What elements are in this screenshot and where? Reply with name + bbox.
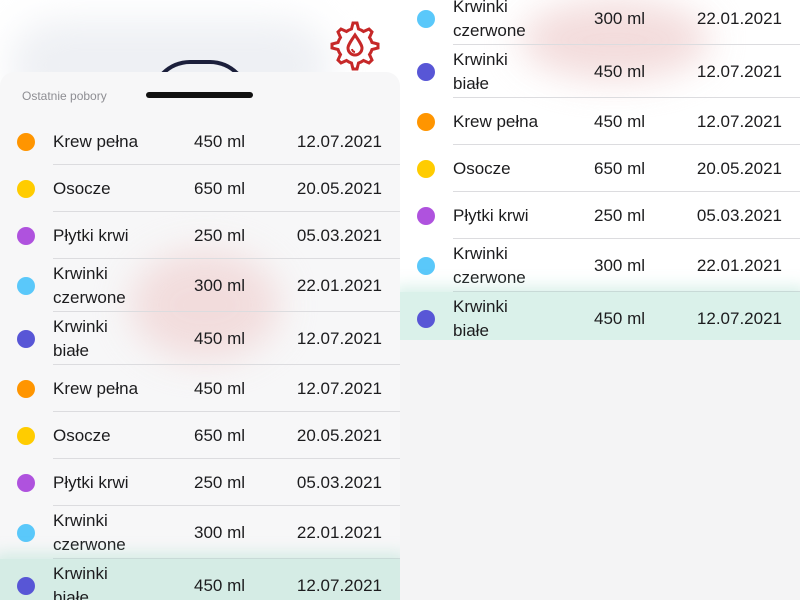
blood-type-color-dot (417, 309, 435, 328)
blood-type-color-dot (417, 206, 435, 225)
donation-date: 20.05.2021 (296, 425, 382, 445)
donation-volume: 300 ml (594, 255, 646, 275)
donation-volume: 650 ml (194, 178, 246, 198)
donation-type: Krwinki białe (53, 563, 108, 600)
list-item[interactable]: Osocze 650 ml 20.05.2021 (0, 165, 400, 212)
donation-volume: 300 ml (194, 522, 246, 542)
sheet-grabber[interactable] (146, 92, 253, 98)
donation-date: 12.07.2021 (696, 111, 782, 131)
donation-volume: 450 ml (594, 308, 646, 328)
list-item[interactable]: Krew pełna 450 ml 12.07.2021 (0, 118, 400, 165)
donation-volume: 450 ml (194, 328, 246, 348)
blood-type-color-dot (17, 523, 35, 542)
donation-type: Krwinki białe (453, 296, 508, 340)
donation-date: 12.07.2021 (296, 378, 382, 398)
blood-type-color-dot (17, 276, 35, 295)
list-item[interactable]: Krwinki białe 450 ml 12.07.2021 (400, 45, 800, 98)
right-screen: Krwinki czerwone 300 ml 22.01.2021 Krwinki … (400, 0, 800, 600)
list-item[interactable]: Płytki krwi 250 ml 05.03.2021 (400, 192, 800, 239)
donation-type: Płytki krwi (53, 225, 129, 245)
donation-date: 12.07.2021 (296, 575, 382, 595)
donation-type: Krew pełna (453, 111, 539, 131)
donation-type: Płytki krwi (453, 205, 529, 225)
donation-type: Krwinki czerwone (53, 510, 126, 554)
blood-type-color-dot (17, 329, 35, 348)
donation-volume: 250 ml (194, 225, 246, 245)
donation-volume: 450 ml (194, 575, 246, 595)
blood-type-color-dot (17, 379, 35, 398)
list-item[interactable]: Krwinki czerwone 300 ml 22.01.2021 (0, 506, 400, 559)
donation-type: Osocze (53, 178, 111, 198)
donation-type: Płytki krwi (53, 472, 129, 492)
sheet-title: Ostatnie pobory (22, 89, 107, 103)
list-item[interactable]: Krew pełna 450 ml 12.07.2021 (400, 98, 800, 145)
donation-list: Krwinki czerwone 300 ml 22.01.2021 Krwinki … (400, 0, 800, 345)
donation-date: 12.07.2021 (296, 328, 382, 348)
donation-volume: 450 ml (594, 111, 646, 131)
donation-date: 05.03.2021 (696, 205, 782, 225)
donation-date: 05.03.2021 (296, 225, 382, 245)
list-item[interactable]: Osocze 650 ml 20.05.2021 (0, 412, 400, 459)
donation-date: 20.05.2021 (696, 158, 782, 178)
donation-date: 22.01.2021 (296, 522, 382, 542)
blood-type-color-dot (17, 576, 35, 595)
donation-type: Krew pełna (53, 131, 139, 151)
blood-type-color-dot (417, 159, 435, 178)
donation-volume: 450 ml (194, 131, 246, 151)
donation-date: 12.07.2021 (696, 308, 782, 328)
list-item[interactable]: Płytki krwi 250 ml 05.03.2021 (0, 459, 400, 506)
donation-date: 12.07.2021 (696, 61, 782, 81)
donation-list: Krew pełna 450 ml 12.07.2021 Osocze 650 ml 20… (0, 118, 400, 600)
donation-volume: 650 ml (594, 158, 646, 178)
donation-type: Osocze (453, 158, 511, 178)
left-screen: Ostatnie pobory Krew pełna 450 ml 12.07.20… (0, 0, 400, 600)
blood-type-color-dot (17, 226, 35, 245)
settings-icon[interactable] (329, 19, 381, 71)
donation-type: Osocze (53, 425, 111, 445)
blood-type-color-dot (417, 256, 435, 275)
donation-type: Krew pełna (53, 378, 139, 398)
donation-date: 22.01.2021 (696, 255, 782, 275)
donation-date: 22.01.2021 (296, 275, 382, 295)
donation-date: 20.05.2021 (296, 178, 382, 198)
donation-type: Krwinki białe (53, 316, 108, 360)
list-item[interactable]: Krwinki czerwone 300 ml 22.01.2021 (400, 0, 800, 45)
donation-volume: 250 ml (194, 472, 246, 492)
blood-type-color-dot (17, 426, 35, 445)
donation-date: 12.07.2021 (296, 131, 382, 151)
donation-type: Krwinki czerwone (453, 243, 526, 287)
empty-area (400, 340, 800, 600)
list-item[interactable]: Krew pełna 450 ml 12.07.2021 (0, 365, 400, 412)
list-item[interactable]: Krwinki białe 450 ml 12.07.2021 (0, 559, 400, 600)
donation-date: 22.01.2021 (696, 8, 782, 28)
blood-type-color-dot (17, 473, 35, 492)
donation-volume: 450 ml (594, 61, 646, 81)
blood-type-color-dot (17, 132, 35, 151)
donation-volume: 300 ml (594, 8, 646, 28)
list-item[interactable]: Krwinki czerwone 300 ml 22.01.2021 (400, 239, 800, 292)
blood-type-color-dot (17, 179, 35, 198)
blood-type-color-dot (417, 9, 435, 28)
donation-date: 05.03.2021 (296, 472, 382, 492)
list-item[interactable]: Krwinki białe 450 ml 12.07.2021 (400, 292, 800, 345)
list-item[interactable]: Krwinki białe 450 ml 12.07.2021 (0, 312, 400, 365)
donation-type: Krwinki białe (453, 49, 508, 93)
donation-type: Krwinki czerwone (53, 263, 126, 307)
donation-volume: 250 ml (594, 205, 646, 225)
donation-volume: 450 ml (194, 378, 246, 398)
list-item[interactable]: Krwinki czerwone 300 ml 22.01.2021 (0, 259, 400, 312)
list-item[interactable]: Płytki krwi 250 ml 05.03.2021 (0, 212, 400, 259)
blood-type-color-dot (417, 112, 435, 131)
donation-volume: 300 ml (194, 275, 246, 295)
list-item[interactable]: Osocze 650 ml 20.05.2021 (400, 145, 800, 192)
blood-type-color-dot (417, 62, 435, 81)
donation-type: Krwinki czerwone (453, 0, 526, 40)
donation-volume: 650 ml (194, 425, 246, 445)
